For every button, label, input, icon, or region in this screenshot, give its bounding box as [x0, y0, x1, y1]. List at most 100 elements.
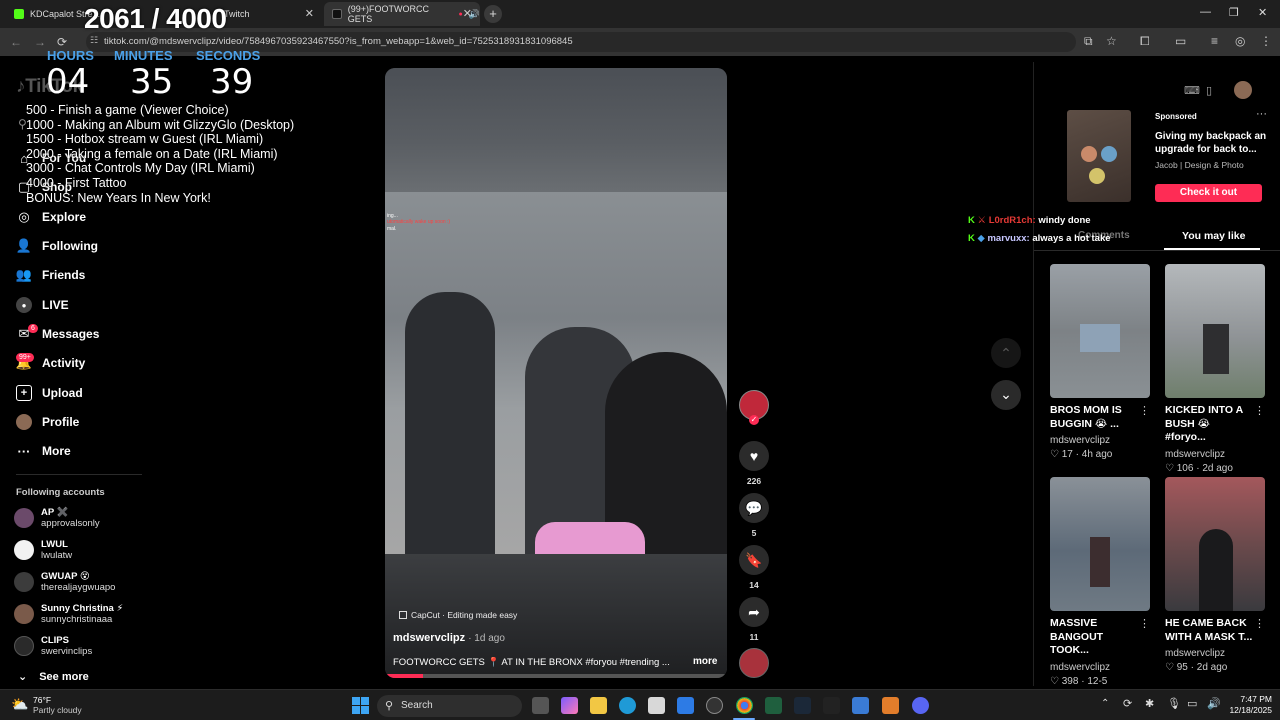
- new-tab-icon[interactable]: +: [484, 5, 502, 23]
- outlook-icon[interactable]: [677, 697, 694, 714]
- capcut-app-icon[interactable]: [823, 697, 840, 714]
- live-icon: ●: [16, 297, 32, 313]
- minimize-icon[interactable]: —: [1200, 6, 1211, 18]
- nav-friends[interactable]: 👥 Friends: [16, 264, 85, 286]
- recommended-video[interactable]: ⋮ MASSIVE BANGOUT TOOK... mdswervclipz ♡…: [1050, 477, 1150, 687]
- following-accounts-header: Following accounts: [16, 487, 105, 498]
- following-icon: 👤: [15, 238, 33, 253]
- nav-live[interactable]: ● LIVE: [16, 294, 69, 316]
- bookmark-star-icon[interactable]: ☆: [1106, 34, 1117, 48]
- close-tab-icon[interactable]: ✕: [305, 7, 314, 20]
- follow-plus-icon[interactable]: ✓: [749, 415, 759, 425]
- following-account[interactable]: GWUAP 😵 therealjaygwuapo: [14, 568, 115, 596]
- sync-icon[interactable]: ⟳: [1123, 697, 1132, 710]
- like-count: 226: [746, 476, 762, 486]
- character-figure: [405, 292, 495, 554]
- nav-more[interactable]: ··· More: [16, 440, 71, 462]
- copilot-icon[interactable]: [561, 697, 578, 714]
- taskbar-search[interactable]: ⚲ Search: [377, 695, 522, 717]
- weather-icon[interactable]: ⛅: [11, 696, 28, 713]
- previous-video-button[interactable]: ⌃: [991, 338, 1021, 368]
- kick-badge-icon: K: [968, 215, 975, 226]
- caption-more-button[interactable]: more: [693, 656, 717, 667]
- capcut-label[interactable]: CapCut · Editing made easy: [399, 610, 517, 620]
- tab-title: (99+)FOOTWORCC GETS: [347, 4, 430, 24]
- heart-outline-icon: ♡: [1050, 449, 1059, 460]
- task-view-icon[interactable]: [532, 697, 549, 714]
- steam-icon[interactable]: [794, 697, 811, 714]
- video-menu-icon[interactable]: ⋮: [1254, 617, 1265, 630]
- chat-username: marvuxx:: [987, 233, 1030, 244]
- ad-title: Giving my backpack an upgrade for back t…: [1155, 131, 1267, 155]
- next-video-button[interactable]: ⌄: [991, 380, 1021, 410]
- clock[interactable]: 7:47 PM 12/18/2025: [1224, 694, 1272, 716]
- clock-time: 7:47 PM: [1240, 694, 1272, 704]
- menu-icon[interactable]: ⋮: [1260, 34, 1272, 48]
- extensions-icon[interactable]: ⧠: [1140, 34, 1150, 49]
- close-tab-icon[interactable]: ✕: [463, 7, 472, 20]
- tab-tiktok[interactable]: (99+)FOOTWORCC GETS ● 🔊 ✕: [324, 2, 480, 26]
- install-app-icon[interactable]: ⧉: [1084, 34, 1093, 49]
- thumb-shape: [1080, 324, 1120, 352]
- chrome-icon[interactable]: [736, 697, 753, 714]
- edge-icon[interactable]: [619, 697, 636, 714]
- close-window-icon[interactable]: ✕: [1258, 6, 1267, 19]
- split-view-icon[interactable]: ▭: [1175, 34, 1186, 48]
- maximize-icon[interactable]: ❐: [1229, 6, 1239, 19]
- media-icon[interactable]: ≡: [1211, 34, 1218, 48]
- device-icon[interactable]: ▯: [1206, 84, 1212, 97]
- heart-outline-icon: ♡: [1165, 662, 1174, 673]
- video-menu-icon[interactable]: ⋮: [1254, 404, 1265, 417]
- avatar: [14, 508, 34, 528]
- site-info-icon[interactable]: ☷: [90, 35, 98, 46]
- keyboard-icon[interactable]: ⌨: [1184, 84, 1200, 97]
- following-account[interactable]: AP ✖️ approvalsonly: [14, 504, 100, 532]
- sponsored-ad[interactable]: Sponsored ··· Giving my backpack an upgr…: [1050, 108, 1274, 204]
- see-more-button[interactable]: ⌄ See more: [18, 670, 89, 683]
- ad-menu-icon[interactable]: ···: [1256, 108, 1267, 120]
- file-explorer-icon[interactable]: [590, 697, 607, 714]
- network-icon[interactable]: ▭: [1187, 697, 1197, 710]
- sound-disc-icon[interactable]: [739, 648, 769, 678]
- weather-desc: Partly cloudy: [33, 705, 82, 715]
- video-author[interactable]: mdswervclipz · 1d ago: [393, 632, 505, 644]
- settings-gear-icon[interactable]: [706, 697, 723, 714]
- terminal-icon[interactable]: [765, 697, 782, 714]
- save-button[interactable]: 🔖: [739, 545, 769, 575]
- profile-icon[interactable]: ◎: [1235, 34, 1245, 48]
- store-icon[interactable]: [648, 697, 665, 714]
- windows-start-icon[interactable]: [352, 697, 369, 714]
- nav-upload[interactable]: + Upload: [16, 382, 83, 404]
- back-icon[interactable]: ←: [10, 35, 22, 49]
- following-account[interactable]: Sunny Christina ⚡ sunnychristinaaa: [14, 600, 123, 628]
- save-count: 14: [749, 580, 759, 590]
- forward-icon[interactable]: →: [34, 35, 46, 49]
- recommended-video[interactable]: ⋮ KICKED INTO A BUSH 😭 #foryo... mdswerv…: [1165, 264, 1265, 474]
- nav-explore[interactable]: ◎ Explore: [16, 206, 86, 228]
- like-button[interactable]: ♥: [739, 441, 769, 471]
- chevron-up-icon[interactable]: ⌃: [1101, 698, 1109, 709]
- app-icon[interactable]: [882, 697, 899, 714]
- nav-profile[interactable]: Profile: [16, 411, 79, 433]
- following-account[interactable]: LWUL lwulatw: [14, 536, 72, 564]
- tab-you-may-like[interactable]: You may like: [1182, 230, 1245, 242]
- comment-button[interactable]: 💬: [739, 493, 769, 523]
- ad-cta-button[interactable]: Check it out: [1155, 184, 1262, 202]
- following-account[interactable]: CLIPS swervinclips: [14, 632, 92, 660]
- nav-following[interactable]: 👤 Following: [16, 235, 98, 257]
- video-player[interactable]: ing... utomatically wake up soon :) mal.…: [385, 68, 727, 678]
- video-progress-track[interactable]: [385, 674, 727, 678]
- recommended-video[interactable]: ⋮ HE CAME BACK WITH A MASK T... mdswervc…: [1165, 477, 1265, 673]
- video-menu-icon[interactable]: ⋮: [1139, 617, 1150, 630]
- share-button[interactable]: ➦: [739, 597, 769, 627]
- tab-title-extra: Twitch: [224, 9, 250, 19]
- volume-icon[interactable]: 🔊: [1207, 697, 1221, 710]
- recommended-video[interactable]: ⋮ BROS MOM IS BUGGIN 😭 ... mdswervclipz …: [1050, 264, 1150, 460]
- video-menu-icon[interactable]: ⋮: [1139, 404, 1150, 417]
- avatar[interactable]: [1234, 81, 1252, 99]
- notepad-icon[interactable]: [852, 697, 869, 714]
- bluetooth-icon[interactable]: ✱: [1145, 697, 1154, 710]
- microphone-icon[interactable]: 🎙: [1167, 697, 1181, 710]
- discord-icon[interactable]: [912, 697, 929, 714]
- reload-icon[interactable]: ⟳: [57, 35, 67, 49]
